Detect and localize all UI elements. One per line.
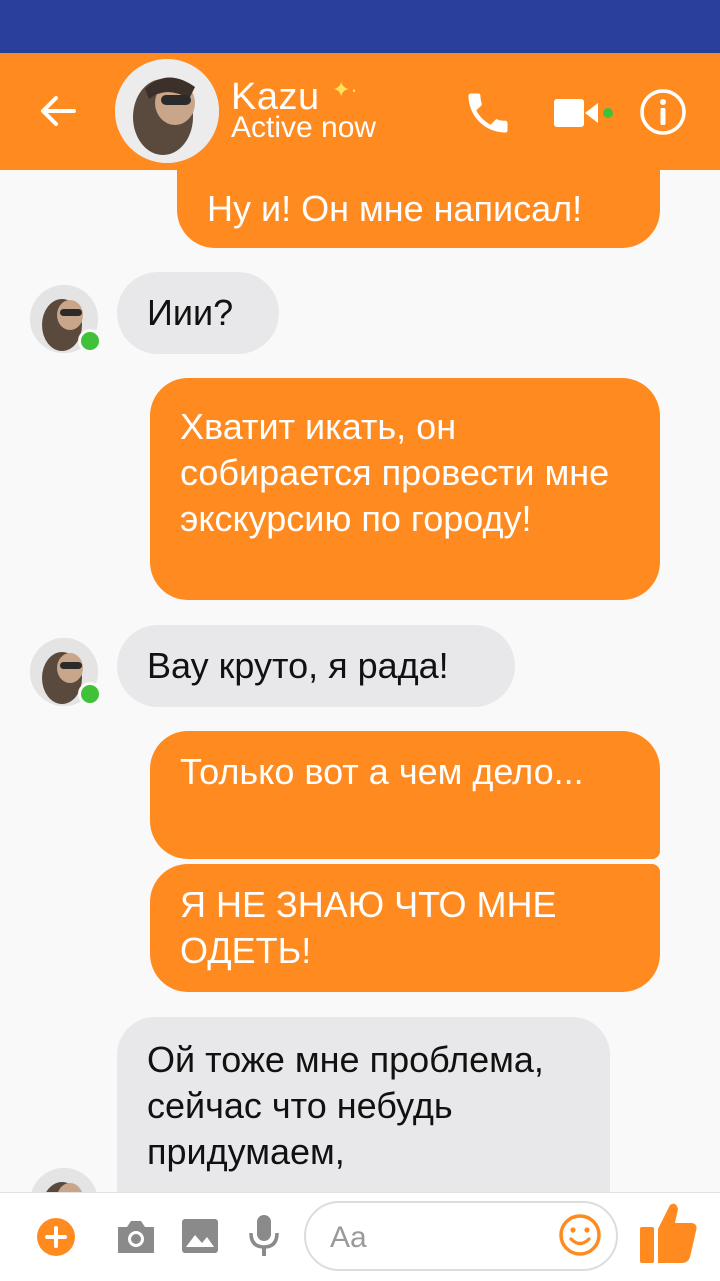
thumbs-up-icon[interactable]: [636, 1197, 700, 1267]
image-icon[interactable]: [180, 1215, 220, 1262]
outgoing-message[interactable]: Хватит икать, он собирается провести мне…: [150, 378, 660, 600]
info-icon[interactable]: [638, 87, 688, 137]
chat-header: Kazu ✦· Active now: [0, 53, 720, 170]
incoming-message[interactable]: Иии?: [117, 272, 279, 354]
back-arrow-icon[interactable]: [34, 87, 82, 135]
outgoing-message[interactable]: Ну и! Он мне написал!: [177, 170, 660, 248]
contact-status: Active now: [231, 111, 377, 144]
emoji-icon[interactable]: [558, 1213, 602, 1257]
plus-icon[interactable]: [36, 1217, 76, 1262]
outgoing-message[interactable]: Я НЕ ЗНАЮ ЧТО МНЕ ОДЕТЬ!: [150, 864, 660, 992]
phone-icon[interactable]: [462, 87, 514, 139]
message-list[interactable]: Ну и! Он мне написал! Иии? Хватит икать,…: [0, 170, 720, 1192]
sparkle-icon: ✦·: [332, 77, 358, 102]
contact-avatar[interactable]: [115, 59, 219, 163]
microphone-icon[interactable]: [246, 1213, 282, 1264]
video-camera-icon[interactable]: [552, 93, 618, 133]
online-status-dot: [78, 682, 102, 706]
sender-avatar[interactable]: [30, 638, 102, 706]
message-input[interactable]: [328, 1217, 542, 1259]
outgoing-message[interactable]: Только вот а чем дело...: [150, 731, 660, 859]
incoming-message[interactable]: Вау круто, я рада!: [117, 625, 515, 707]
sender-avatar[interactable]: [30, 285, 102, 353]
message-input-container: [304, 1201, 618, 1271]
online-status-dot: [78, 329, 102, 353]
incoming-message[interactable]: Ой тоже мне проблема, сейчас что небудь …: [117, 1017, 610, 1192]
message-composer: [0, 1192, 720, 1281]
status-bar: [0, 0, 720, 53]
sender-avatar[interactable]: [30, 1168, 98, 1192]
camera-icon[interactable]: [114, 1217, 158, 1262]
